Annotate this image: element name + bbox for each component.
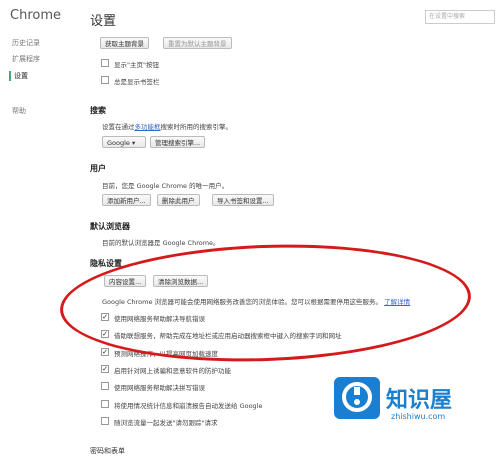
omnibox-link[interactable]: 多功能框 [135,123,161,131]
brand-name: 知识屋 [386,388,453,413]
search-input[interactable]: 在设置中搜索 [425,10,495,24]
show-home-label: 显示"主页"按钮 [114,61,159,69]
sidebar-item-extensions[interactable]: 扩展程序 [12,54,40,64]
brand-logo-icon [334,377,380,419]
sidebar-item-settings[interactable]: 设置 [9,71,28,81]
show-home-checkbox[interactable] [101,59,109,67]
reset-theme-button[interactable]: 重置为默认主题背景 [163,37,232,49]
sidebar-title: Chrome [10,8,61,23]
page-title: 设置 [90,14,117,29]
passwords-heading: 密码和表单 [90,447,125,455]
privacy-option-checkbox[interactable] [101,399,109,408]
brand-url: zhishiwu.com [391,412,446,421]
remove-user-button[interactable]: 删除此用户 [157,194,200,206]
search-engine-select[interactable]: Google ▾ [102,136,146,148]
privacy-option-checkbox[interactable] [101,416,109,425]
sidebar-item-history[interactable]: 历史记录 [12,38,40,48]
users-heading: 用户 [90,164,106,173]
privacy-option-label: 使用网络服务帮助解决拼写错误 [114,384,205,393]
manage-search-engines-button[interactable]: 管理搜索引擎... [150,136,206,148]
show-bookmarks-label: 总是显示书签栏 [114,78,160,86]
search-desc: 设置在通过多功能框搜索时所用的搜索引擎。 [102,123,232,131]
import-bookmarks-button[interactable]: 导入书签和设置... [212,194,274,206]
default-browser-desc: 目前的默认浏览器是 Google Chrome。 [102,239,220,247]
show-bookmarks-checkbox[interactable] [101,76,109,84]
default-browser-heading: 默认浏览器 [90,222,130,231]
privacy-option-checkbox[interactable]: ✓ [101,364,109,373]
sidebar-item-help[interactable]: 帮助 [12,106,26,116]
users-desc: 目前，您是 Google Chrome 的唯一用户。 [102,182,229,190]
privacy-option-label: 随浏览流量一起发送"请勿跟踪"请求 [114,418,218,427]
add-user-button[interactable]: 添加新用户... [102,194,151,206]
privacy-option-label: 将使用情况统计信息和崩溃报告自动发送给 Google [114,401,263,410]
get-theme-button[interactable]: 获取主题背景 [100,37,149,49]
search-heading: 搜索 [90,106,106,115]
privacy-option-checkbox[interactable] [101,382,109,391]
privacy-option-checkbox[interactable]: ✓ [101,347,109,356]
privacy-option-label: 启用针对网上诱骗和恶意软件的防护功能 [114,366,231,375]
chevron-down-icon: ▾ [132,139,136,147]
